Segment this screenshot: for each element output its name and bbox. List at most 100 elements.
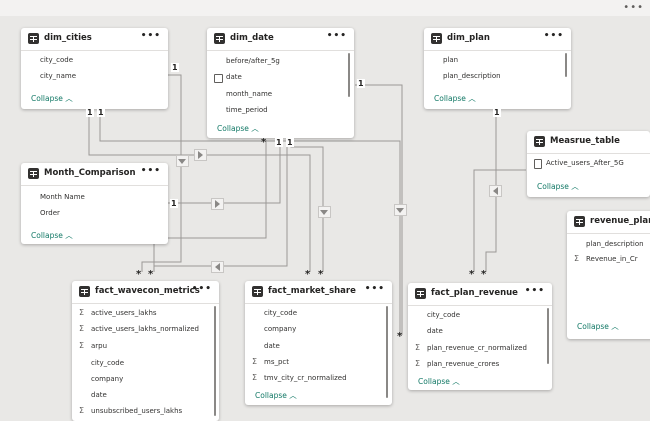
field-name: ms_pct bbox=[264, 358, 290, 366]
scrollbar[interactable] bbox=[348, 53, 350, 97]
table-icon bbox=[574, 216, 585, 227]
field-name: plan_revenue_cr_normalized bbox=[427, 344, 527, 352]
cardinality-one: 1 bbox=[275, 138, 283, 147]
filter-direction-down-icon bbox=[176, 155, 189, 167]
collapse-link[interactable]: Collapse ︿ bbox=[31, 93, 73, 104]
field-name: active_users_lakhs bbox=[91, 309, 157, 317]
table-title: Measrue_table bbox=[550, 136, 620, 146]
field-name: Revenue_in_Cr bbox=[586, 255, 638, 263]
collapse-label: Collapse bbox=[255, 391, 287, 400]
table-icon bbox=[431, 33, 442, 44]
card-header[interactable]: Month_Comparison ••• bbox=[21, 163, 168, 186]
field-name: Active_users_After_5G bbox=[546, 159, 624, 167]
card-header[interactable]: Measrue_table bbox=[527, 131, 650, 154]
card-header[interactable]: revenue_plan bbox=[567, 211, 650, 234]
scrollbar[interactable] bbox=[565, 53, 567, 77]
table-card-fact-market-share[interactable]: fact_market_share ••• city_code company … bbox=[245, 281, 392, 405]
card-header[interactable]: fact_wavecon_metrics ••• bbox=[72, 281, 219, 304]
chevron-up-icon: ︿ bbox=[251, 124, 259, 133]
table-card-dim-plan[interactable]: dim_plan ••• plan plan_description Colla… bbox=[424, 28, 571, 109]
calculator-icon bbox=[534, 159, 542, 169]
collapse-label: Collapse bbox=[418, 377, 450, 386]
sigma-icon: Σ bbox=[415, 343, 421, 352]
table-title: fact_plan_revenue bbox=[431, 288, 518, 298]
collapse-link[interactable]: Collapse ︿ bbox=[255, 390, 297, 401]
collapse-label: Collapse bbox=[31, 231, 63, 240]
more-options-icon[interactable]: ••• bbox=[525, 286, 545, 296]
field-name: plan bbox=[443, 56, 459, 64]
collapse-link[interactable]: Collapse ︿ bbox=[418, 376, 460, 387]
cardinality-many: * bbox=[136, 269, 142, 280]
cardinality-many: * bbox=[261, 137, 267, 148]
field-name: arpu bbox=[91, 342, 108, 350]
table-card-month-comparison[interactable]: Month_Comparison ••• Month Name Order Co… bbox=[21, 163, 168, 244]
filter-direction-left-icon bbox=[211, 261, 224, 273]
card-header[interactable]: dim_date ••• bbox=[207, 28, 354, 51]
table-card-fact-wavecon-metrics[interactable]: fact_wavecon_metrics ••• Σactive_users_l… bbox=[72, 281, 219, 421]
more-options-icon[interactable]: ••• bbox=[141, 31, 161, 41]
card-header[interactable]: fact_market_share ••• bbox=[245, 281, 392, 304]
collapse-link[interactable]: Collapse ︿ bbox=[31, 230, 73, 241]
card-header[interactable]: dim_plan ••• bbox=[424, 28, 571, 51]
table-card-revenue-plan[interactable]: revenue_plan plan_description Σ Revenue_i… bbox=[567, 211, 650, 339]
collapse-link[interactable]: Collapse ︿ bbox=[434, 93, 476, 104]
sigma-icon: Σ bbox=[252, 373, 258, 382]
sigma-icon: Σ bbox=[79, 341, 85, 350]
table-card-measure-table[interactable]: Measrue_table Active_users_After_5G Coll… bbox=[527, 131, 650, 197]
sigma-icon: Σ bbox=[79, 308, 85, 317]
table-title: Month_Comparison bbox=[44, 168, 136, 178]
more-options-icon[interactable]: ••• bbox=[365, 284, 385, 294]
cardinality-many: * bbox=[318, 269, 324, 280]
field-name: date bbox=[264, 342, 280, 350]
card-header[interactable]: fact_plan_revenue ••• bbox=[408, 283, 552, 306]
field-name: date bbox=[427, 327, 443, 335]
field-name: plan_revenue_crores bbox=[427, 360, 500, 368]
field-name: date bbox=[91, 391, 107, 399]
field-name: city_code bbox=[427, 311, 461, 319]
collapse-link[interactable]: Collapse ︿ bbox=[577, 321, 619, 332]
field-name: city_name bbox=[40, 72, 77, 80]
sigma-icon: Σ bbox=[252, 357, 258, 366]
scrollbar[interactable] bbox=[214, 306, 216, 416]
card-header[interactable]: dim_cities ••• bbox=[21, 28, 168, 51]
more-options-icon[interactable]: ••• bbox=[192, 284, 212, 294]
table-icon bbox=[415, 288, 426, 299]
field-name: unsubscribed_users_lakhs bbox=[91, 407, 183, 415]
sigma-icon: Σ bbox=[79, 406, 85, 415]
field-name: company bbox=[91, 375, 124, 383]
table-icon bbox=[534, 136, 545, 147]
collapse-link[interactable]: Collapse ︿ bbox=[217, 123, 259, 134]
scrollbar[interactable] bbox=[547, 308, 549, 364]
field-name: active_users_lakhs_normalized bbox=[91, 325, 199, 333]
table-title: fact_wavecon_metrics bbox=[95, 286, 200, 296]
collapse-label: Collapse bbox=[217, 124, 249, 133]
sigma-icon: Σ bbox=[574, 254, 580, 263]
cardinality-one: 1 bbox=[493, 108, 501, 117]
cardinality-one: 1 bbox=[357, 79, 365, 88]
field-name: city_code bbox=[40, 56, 74, 64]
table-title: revenue_plan bbox=[590, 216, 650, 226]
table-title: dim_plan bbox=[447, 33, 490, 43]
more-options-icon[interactable]: ••• bbox=[544, 31, 564, 41]
table-icon bbox=[79, 286, 90, 297]
field-name: date bbox=[226, 73, 242, 81]
more-options-icon[interactable]: ••• bbox=[327, 31, 347, 41]
field-name: before/after_5g bbox=[226, 57, 280, 65]
cardinality-many: * bbox=[481, 269, 487, 280]
cardinality-one: 1 bbox=[286, 138, 294, 147]
table-card-dim-date[interactable]: dim_date ••• before/after_5g date month_… bbox=[207, 28, 354, 138]
field-name: plan_description bbox=[443, 72, 501, 80]
scrollbar[interactable] bbox=[386, 306, 388, 398]
field-name: month_name bbox=[226, 90, 273, 98]
collapse-link[interactable]: Collapse ︿ bbox=[537, 181, 579, 192]
cardinality-one: 1 bbox=[97, 108, 105, 117]
field-name: Order bbox=[40, 209, 60, 217]
chevron-up-icon: ︿ bbox=[468, 94, 476, 103]
more-options-icon[interactable]: ••• bbox=[141, 166, 161, 176]
chevron-up-icon: ︿ bbox=[65, 94, 73, 103]
table-card-dim-cities[interactable]: dim_cities ••• city_code city_name Colla… bbox=[21, 28, 168, 109]
filter-direction-right-icon bbox=[194, 149, 207, 161]
table-icon bbox=[28, 168, 39, 179]
table-card-fact-plan-revenue[interactable]: fact_plan_revenue ••• city_code date Σpl… bbox=[408, 283, 552, 390]
rel-date-month bbox=[168, 140, 281, 204]
